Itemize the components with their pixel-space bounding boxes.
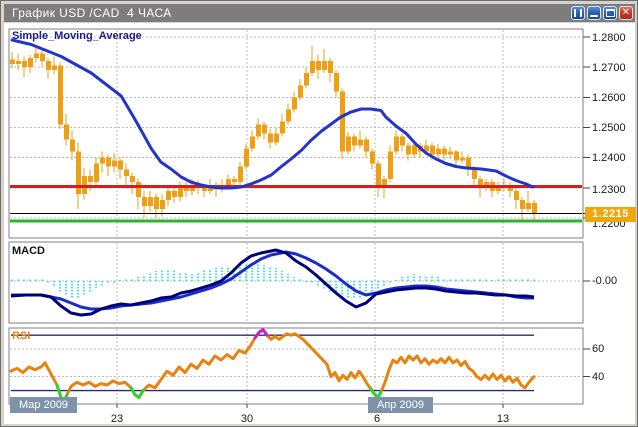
date-tick-label: 23 (111, 413, 123, 425)
price-axis-label: 1.2700 (592, 62, 626, 74)
chart-window: График USD /CAD 4 ЧАСА ✕ Simple_Moving_A… (0, 0, 638, 427)
month-badge-march: Мар 2009 (10, 397, 77, 413)
price-axis-label: 1.2600 (592, 92, 626, 104)
current-price-tag: 1.2215 (585, 207, 636, 222)
macd-indicator-label: MACD (12, 245, 45, 257)
price-axis-label: 1.2800 (592, 32, 626, 44)
price-axis-label: 1.2300 (592, 184, 626, 196)
month-badge-april: Апр 2009 (368, 397, 433, 413)
macd-axis-label: -0.00 (592, 275, 617, 287)
date-tick-label: 30 (241, 413, 253, 425)
price-axis-label: 1.2400 (592, 152, 626, 164)
date-tick-label: 6 (374, 413, 380, 425)
price-axis-label: 1.2500 (592, 122, 626, 134)
rsi-indicator-label: RSI (12, 330, 30, 342)
sma-indicator-label: Simple_Moving_Average (12, 30, 142, 42)
date-tick-label: 13 (497, 413, 509, 425)
chart-canvas[interactable] (1, 1, 638, 427)
rsi-axis-label: 60 (592, 343, 604, 355)
rsi-axis-label: 40 (592, 371, 604, 383)
